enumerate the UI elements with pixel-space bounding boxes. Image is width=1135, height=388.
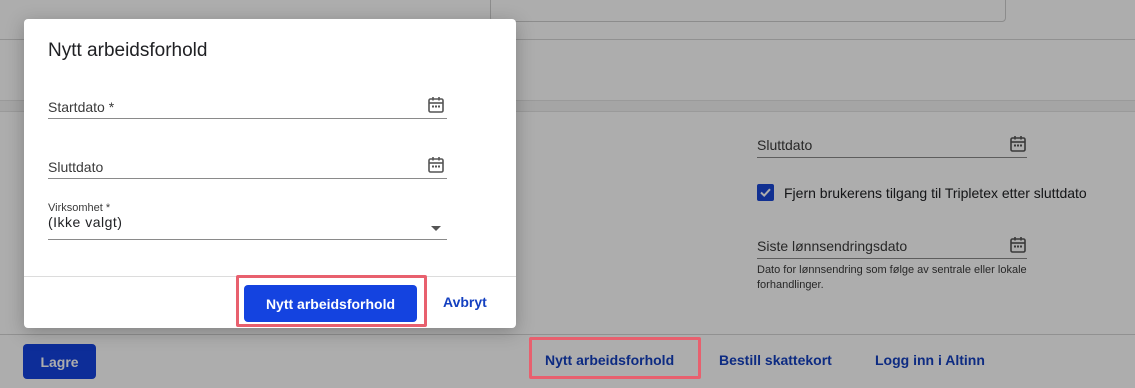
cancel-button[interactable]: Avbryt xyxy=(443,294,487,310)
company-select[interactable]: Virksomhet * (Ikke valgt) xyxy=(48,202,447,240)
dialog-button-highlight-box xyxy=(236,275,427,327)
calendar-icon[interactable] xyxy=(427,156,445,174)
end-date-field[interactable]: Sluttdato xyxy=(48,156,447,179)
chevron-down-icon[interactable] xyxy=(431,226,441,231)
company-value: (Ikke valgt) xyxy=(48,214,123,230)
dialog-title: Nytt arbeidsforhold xyxy=(48,40,208,61)
start-date-field[interactable]: Startdato * xyxy=(48,96,447,119)
footer-highlight-box xyxy=(529,337,701,379)
start-date-label: Startdato * xyxy=(48,99,115,115)
end-date-label: Sluttdato xyxy=(48,159,104,175)
company-label: Virksomhet * xyxy=(48,202,111,214)
calendar-icon[interactable] xyxy=(427,96,445,114)
